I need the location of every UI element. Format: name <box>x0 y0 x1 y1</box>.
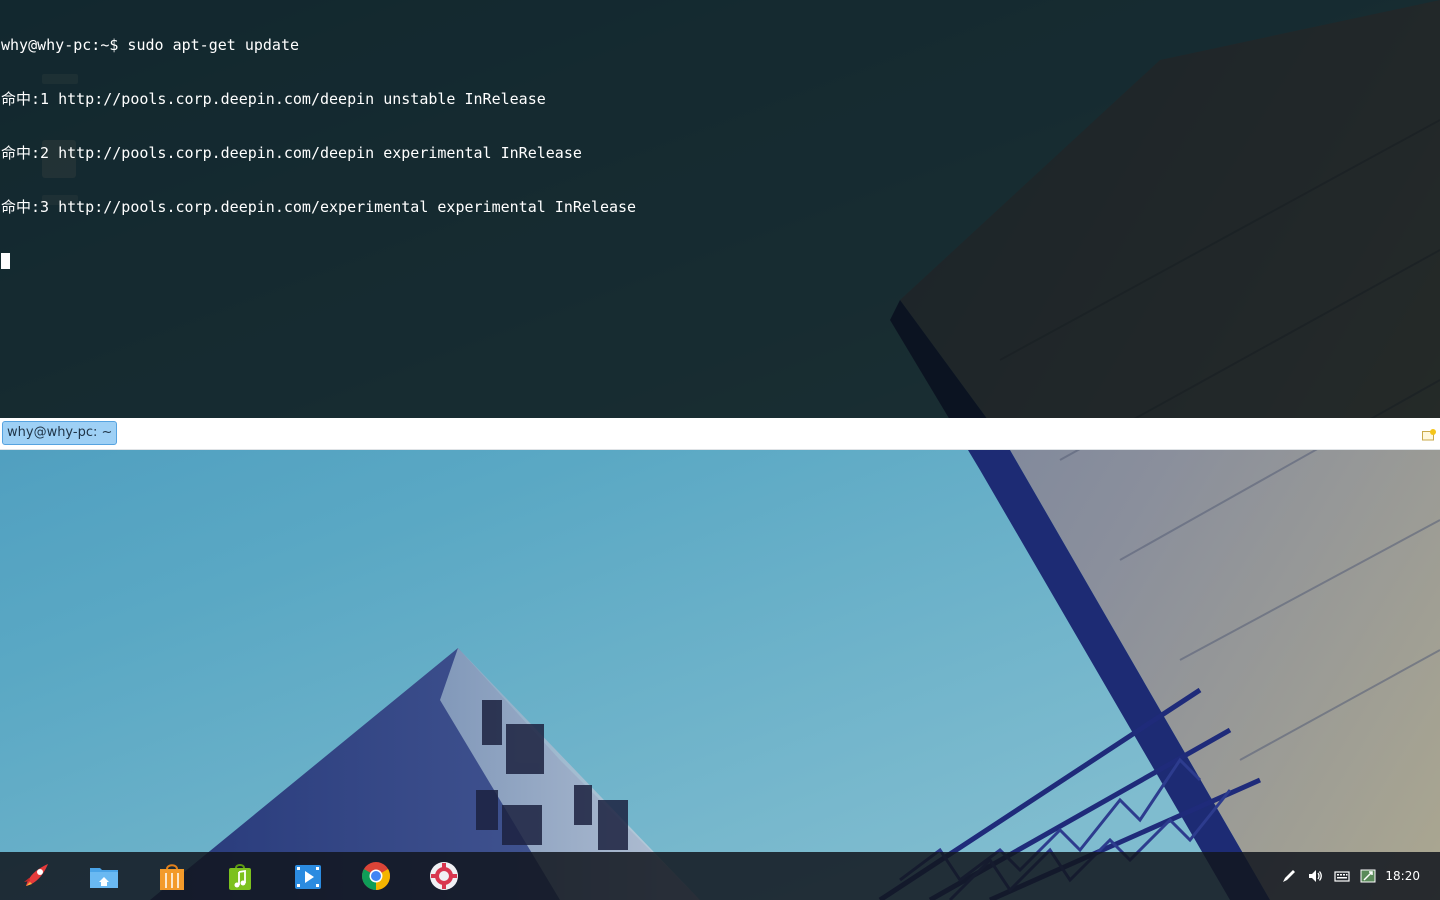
terminal-line: 命中:3 http://pools.corp.deepin.com/experi… <box>1 198 637 216</box>
app-store-bag-icon[interactable] <box>156 860 188 892</box>
network-icon[interactable] <box>1360 868 1376 884</box>
launcher-rocket-icon[interactable] <box>20 860 52 892</box>
terminal-cursor <box>1 253 10 269</box>
terminal-output[interactable]: why@why-pc:~$ sudo apt-get update 命中:1 h… <box>1 0 636 306</box>
terminal-prompt-line <box>1 252 636 270</box>
keyboard-icon[interactable] <box>1334 868 1350 884</box>
terminal-tab-bar: why@why-pc: ~ <box>0 418 1440 450</box>
chrome-icon[interactable] <box>360 860 392 892</box>
music-player-icon[interactable] <box>224 860 256 892</box>
terminal-window[interactable]: why@why-pc:~$ sudo apt-get update 命中:1 h… <box>0 0 1440 418</box>
volume-speaker-icon[interactable] <box>1307 868 1323 884</box>
dock: 18:20 <box>0 852 1440 900</box>
terminal-line: 命中:1 http://pools.corp.deepin.com/deepin… <box>1 90 546 108</box>
file-manager-folder-icon[interactable] <box>88 860 120 892</box>
terminal-line: 命中:2 http://pools.corp.deepin.com/deepin… <box>1 144 582 162</box>
screenshot-pen-icon[interactable] <box>1281 868 1297 884</box>
tab-terminal[interactable]: why@why-pc: ~ <box>2 421 118 445</box>
new-tab-icon[interactable] <box>1422 426 1436 441</box>
control-center-gear-icon[interactable] <box>428 860 460 892</box>
clock[interactable]: 18:20 <box>1385 867 1420 885</box>
movie-player-icon[interactable] <box>292 860 324 892</box>
terminal-line: why@why-pc:~$ sudo apt-get update <box>1 36 300 54</box>
